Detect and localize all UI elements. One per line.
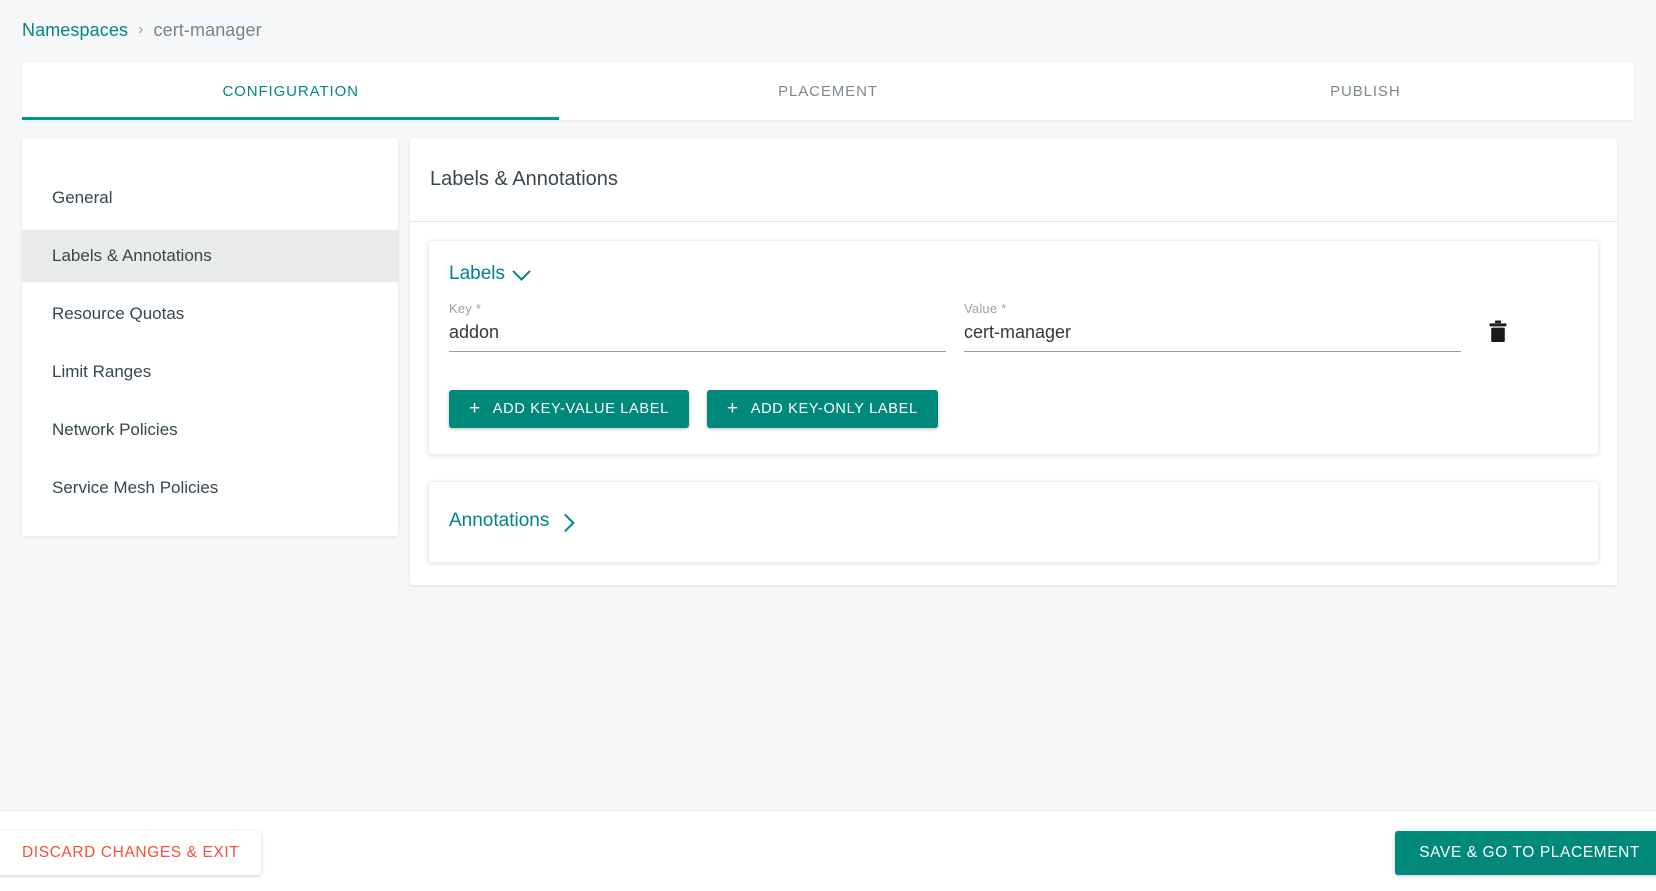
delete-label-button[interactable] — [1481, 314, 1515, 352]
tab-configuration[interactable]: CONFIGURATION — [22, 62, 560, 120]
tab-placement-label: PLACEMENT — [778, 82, 878, 100]
wizard-tab-bar: CONFIGURATION PLACEMENT PUBLISH — [22, 62, 1634, 120]
sidebar-item-resource-quotas-label: Resource Quotas — [52, 304, 185, 323]
plus-icon: + — [726, 397, 739, 419]
label-key-field-wrapper: Key * — [449, 301, 946, 354]
plus-icon: + — [469, 397, 481, 419]
label-key-caption: Key * — [449, 301, 482, 316]
panel-body: Labels Key * Value * — [410, 222, 1617, 563]
annotations-card: Annotations — [428, 481, 1599, 563]
tab-placement[interactable]: PLACEMENT — [559, 62, 1096, 120]
save-and-go-to-placement-label: SAVE & GO TO PLACEMENT — [1419, 844, 1640, 861]
labels-card: Labels Key * Value * — [428, 240, 1599, 455]
label-row: Key * Value * — [449, 301, 1578, 354]
discard-changes-and-exit-button[interactable]: DISCARD CHANGES & EXIT — [0, 831, 262, 875]
labels-section-toggle[interactable]: Labels — [449, 261, 531, 285]
sidebar-item-network-policies-label: Network Policies — [52, 420, 178, 439]
label-value-field-wrapper: Value * — [964, 301, 1461, 354]
annotations-section-title: Annotations — [449, 510, 550, 531]
sidebar-item-labels-annotations[interactable]: Labels & Annotations — [22, 230, 398, 282]
add-key-only-label-button[interactable]: + ADD KEY-ONLY LABEL — [706, 390, 938, 428]
breadcrumb: Namespaces › cert-manager — [22, 16, 262, 44]
sidebar-item-general[interactable]: General — [22, 172, 398, 224]
breadcrumb-link-namespaces[interactable]: Namespaces — [22, 20, 128, 41]
page-title: Labels & Annotations — [430, 168, 618, 190]
sidebar-item-service-mesh-policies[interactable]: Service Mesh Policies — [22, 462, 398, 514]
label-action-buttons: + ADD KEY-VALUE LABEL + ADD KEY-ONLY LAB… — [449, 390, 1578, 428]
discard-changes-and-exit-label: DISCARD CHANGES & EXIT — [22, 844, 240, 861]
footer-action-bar: DISCARD CHANGES & EXIT SAVE & GO TO PLAC… — [0, 810, 1656, 891]
chevron-right-icon — [556, 513, 576, 532]
trash-icon — [1488, 320, 1508, 346]
label-value-caption: Value * — [964, 301, 1007, 316]
sidebar-item-resource-quotas[interactable]: Resource Quotas — [22, 288, 398, 340]
labels-annotations-panel: Labels & Annotations Labels Key * addon … — [410, 138, 1617, 585]
save-and-go-to-placement-button[interactable]: SAVE & GO TO PLACEMENT — [1395, 831, 1656, 875]
labels-section-title: Labels — [449, 263, 505, 284]
tab-configuration-label: CONFIGURATION — [222, 82, 359, 100]
add-key-value-label-button[interactable]: + ADD KEY-VALUE LABEL — [449, 390, 689, 428]
tab-publish-label: PUBLISH — [1330, 82, 1401, 100]
panel-header: Labels & Annotations — [410, 138, 1617, 222]
add-key-value-label-text: ADD KEY-VALUE LABEL — [492, 401, 669, 417]
tab-publish[interactable]: PUBLISH — [1097, 62, 1634, 120]
add-key-only-label-text: ADD KEY-ONLY LABEL — [750, 401, 918, 417]
chevron-down-icon — [512, 261, 531, 281]
label-key-input[interactable] — [449, 322, 946, 352]
label-value-input[interactable] — [964, 322, 1461, 352]
sidebar-item-general-label: General — [52, 188, 113, 207]
breadcrumb-separator-icon: › — [138, 21, 144, 38]
sidebar-item-service-mesh-policies-label: Service Mesh Policies — [52, 478, 219, 497]
configuration-sidebar: General Labels & Annotations Resource Qu… — [22, 138, 398, 536]
sidebar-item-limit-ranges-label: Limit Ranges — [52, 362, 152, 381]
namespace-editor-page: Namespaces › cert-manager CONFIGURATION … — [0, 0, 1656, 891]
sidebar-item-limit-ranges[interactable]: Limit Ranges — [22, 346, 398, 398]
breadcrumb-current-cert-manager: cert-manager — [153, 19, 262, 40]
sidebar-item-network-policies[interactable]: Network Policies — [22, 404, 398, 456]
sidebar-item-labels-annotations-label: Labels & Annotations — [52, 246, 212, 265]
annotations-section-toggle[interactable]: Annotations — [449, 510, 576, 532]
